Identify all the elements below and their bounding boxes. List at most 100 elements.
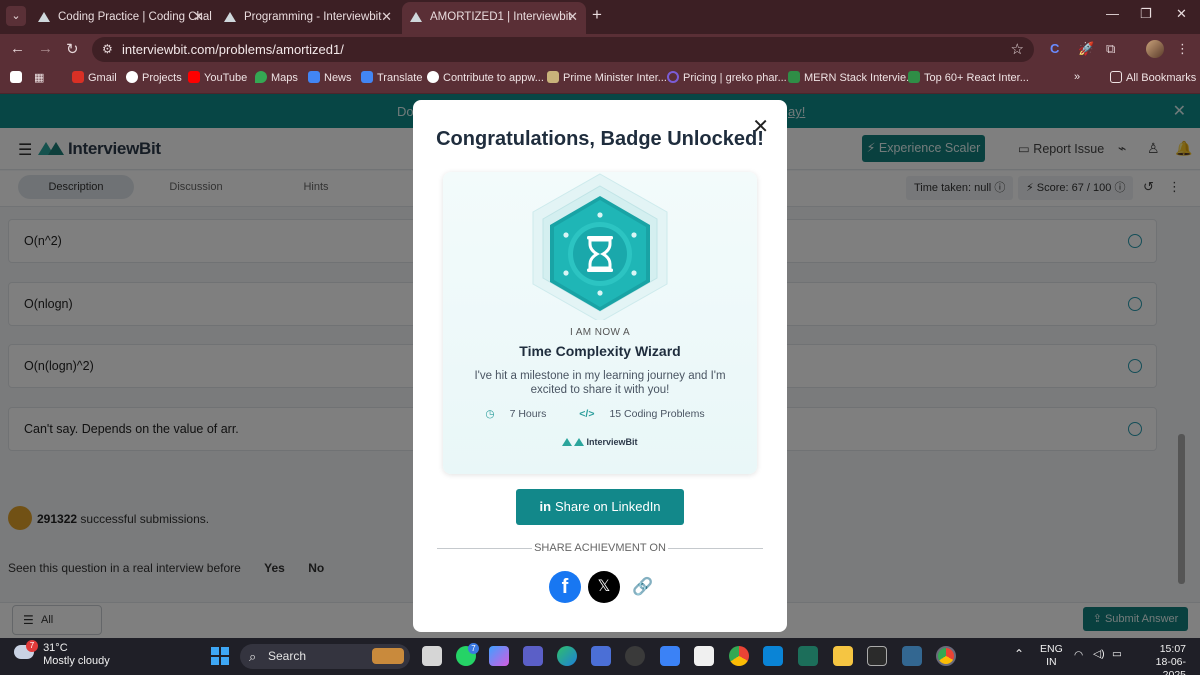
- bookmark-translate[interactable]: Translate: [361, 71, 422, 84]
- bookmarks-bar: ▦ Gmail Projects YouTube Maps News Trans…: [0, 64, 1200, 94]
- github-icon: [427, 71, 439, 83]
- all-bookmarks[interactable]: All Bookmarks: [1110, 71, 1196, 84]
- tab-amortized1[interactable]: AMORTIZED1 | Interviewbit ✕: [402, 2, 586, 34]
- restore-icon[interactable]: ❐: [1140, 6, 1152, 22]
- url-text: interviewbit.com/problems/amortized1/: [122, 42, 344, 57]
- copy-link-icon[interactable]: 🔗: [627, 571, 659, 603]
- tab-search-button[interactable]: ⌄: [6, 6, 26, 26]
- back-arrow-icon[interactable]: ←: [10, 40, 25, 57]
- copilot-icon[interactable]: [489, 646, 509, 666]
- chatgpt-icon[interactable]: [625, 646, 645, 666]
- bookmark-youtube[interactable]: YouTube: [188, 71, 247, 84]
- minimize-icon[interactable]: —: [1106, 6, 1119, 21]
- gmail-icon: [72, 71, 84, 83]
- bookmark-pricing[interactable]: Pricing | greko phar...: [667, 71, 787, 84]
- badge-intro-text: I AM NOW A: [569, 327, 631, 338]
- circle-outline-icon: [667, 71, 679, 83]
- vscode-icon[interactable]: [763, 646, 783, 666]
- chrome-active-icon[interactable]: [936, 646, 956, 666]
- badge-unlocked-modal: ✕ Congratulations, Badge Unlocked! I AM …: [413, 100, 787, 632]
- app-icon[interactable]: [591, 646, 611, 666]
- interviewbit-favicon-icon: [410, 12, 422, 22]
- modal-title: Congratulations, Badge Unlocked!: [436, 128, 764, 150]
- file-explorer-icon[interactable]: [833, 646, 853, 666]
- share-achievement-label: SHARE ACHIEVMENT ON: [532, 542, 668, 554]
- windows-taskbar: 31°C Mostly cloudy 7 ⌕ Search 7 ⌃ ENG IN ◠…: [0, 638, 1200, 675]
- badge-stats: ◷ 7 Hours </> 15 Coding Problems: [443, 408, 757, 420]
- bookmark-news[interactable]: News: [308, 71, 352, 84]
- problems-stat: </> 15 Coding Problems: [579, 408, 705, 420]
- notion-icon[interactable]: [694, 646, 714, 666]
- code-icon: </>: [579, 408, 595, 420]
- postgres-icon[interactable]: [902, 646, 922, 666]
- clock-icon: ◷: [485, 408, 495, 420]
- volume-icon[interactable]: ◁): [1093, 648, 1105, 661]
- close-tab-icon[interactable]: ✕: [381, 4, 392, 30]
- close-tab-icon[interactable]: ✕: [193, 4, 204, 30]
- linkedin-icon: in: [539, 499, 552, 514]
- language-indicator[interactable]: ENG IN: [1040, 643, 1063, 669]
- taskbar-search[interactable]: ⌕ Search: [240, 644, 410, 669]
- news-icon: [308, 71, 320, 83]
- hourglass-badge-icon: [532, 173, 668, 320]
- bookmark-react[interactable]: Top 60+ React Inter...: [908, 71, 1029, 84]
- url-field[interactable]: ⚙ interviewbit.com/problems/amortized1/ …: [92, 37, 1034, 62]
- site-info-icon[interactable]: ⚙: [102, 42, 113, 56]
- gfg-icon: [788, 71, 800, 83]
- extensions-puzzle-icon[interactable]: ⧉: [1106, 41, 1115, 57]
- battery-icon[interactable]: ▭: [1112, 648, 1122, 661]
- tab-programming[interactable]: Programming - Interviewbit ✕: [216, 4, 400, 30]
- windows-start-icon[interactable]: [211, 647, 229, 665]
- close-tab-icon[interactable]: ✕: [567, 2, 578, 32]
- bookmark-star-icon[interactable]: ☆: [1011, 40, 1024, 58]
- tray-chevron-icon[interactable]: ⌃: [1014, 648, 1024, 661]
- browser-menu-icon[interactable]: ⋮: [1176, 41, 1189, 57]
- badge-name: Time Complexity Wizard: [519, 343, 681, 359]
- badge-card: I AM NOW A Time Complexity Wizard I've h…: [443, 172, 757, 474]
- tab-coding-practice[interactable]: Coding Practice | Coding Challe ✕: [30, 4, 212, 30]
- edge-icon[interactable]: [557, 646, 577, 666]
- app-icon[interactable]: [798, 646, 818, 666]
- x-share-icon[interactable]: 𝕏: [588, 571, 620, 603]
- folder-icon: [1110, 71, 1122, 83]
- share-linkedin-button[interactable]: in Share on LinkedIn: [516, 489, 684, 525]
- search-icon: ⌕: [249, 649, 257, 664]
- teams-icon[interactable]: [523, 646, 543, 666]
- new-tab-icon[interactable]: +: [592, 5, 602, 25]
- whatsapp-badge: 7: [468, 643, 479, 654]
- close-window-icon[interactable]: ✕: [1176, 6, 1187, 22]
- emblem-icon: [547, 71, 559, 83]
- bookmark-projects[interactable]: Projects: [126, 71, 182, 84]
- apps-grid-icon[interactable]: ▦: [34, 71, 44, 84]
- app-icon[interactable]: [867, 646, 887, 666]
- bookmark-maps[interactable]: Maps: [255, 71, 298, 84]
- reload-icon[interactable]: ↻: [66, 40, 79, 58]
- bookmark-checkbox-icon[interactable]: [10, 71, 26, 84]
- task-view-icon[interactable]: [422, 646, 442, 666]
- chrome-icon[interactable]: [729, 646, 749, 666]
- search-highlight-icon: [372, 648, 404, 664]
- gemini-icon[interactable]: [660, 646, 680, 666]
- youtube-icon: [188, 71, 200, 83]
- badge-description: I've hit a milestone in my learning jour…: [474, 370, 726, 396]
- weather-widget[interactable]: 31°C Mostly cloudy 7: [14, 640, 110, 668]
- facebook-share-icon[interactable]: f: [549, 571, 581, 603]
- bookmark-prime-minister[interactable]: Prime Minister Inter...: [547, 71, 667, 84]
- taskbar-clock[interactable]: 15:07 18-06-2025: [1138, 643, 1186, 675]
- forward-arrow-icon[interactable]: →: [38, 40, 53, 57]
- profile-avatar[interactable]: [1146, 40, 1164, 58]
- hours-stat: ◷ 7 Hours: [485, 408, 547, 420]
- bookmark-mern[interactable]: MERN Stack Intervie...: [788, 71, 915, 84]
- bookmark-gmail[interactable]: Gmail: [72, 71, 117, 84]
- browser-tab-bar: ⌄ Coding Practice | Coding Challe ✕ Prog…: [0, 0, 1200, 34]
- more-bookmarks-chevron-icon[interactable]: »: [1074, 71, 1080, 83]
- wifi-icon[interactable]: ◠: [1074, 649, 1083, 662]
- extension-c-icon[interactable]: C: [1050, 41, 1059, 56]
- bookmark-contribute[interactable]: Contribute to appw...: [427, 71, 544, 84]
- translate-icon: [361, 71, 373, 83]
- weather-badge: 7: [26, 640, 38, 652]
- rocket-extension-icon[interactable]: 🚀: [1078, 41, 1094, 57]
- address-bar-row: ← → ↻ ⚙ interviewbit.com/problems/amorti…: [0, 34, 1200, 64]
- card-interviewbit-logo: InterviewBit: [443, 437, 757, 447]
- interviewbit-favicon-icon: [224, 12, 236, 22]
